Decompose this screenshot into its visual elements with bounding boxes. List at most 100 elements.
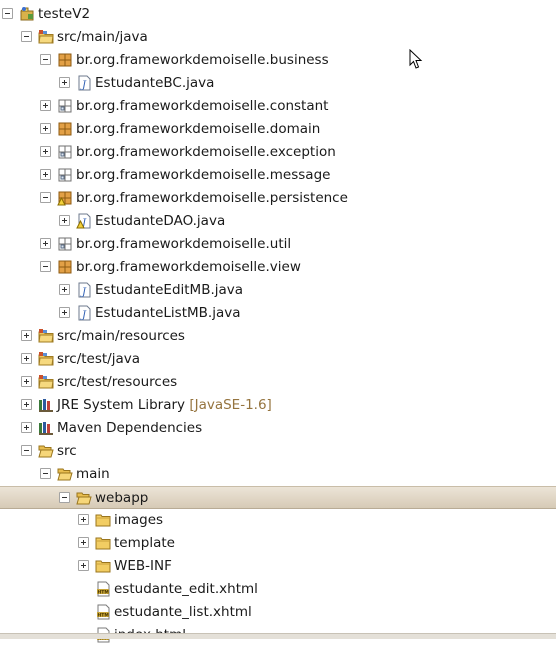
source-folder-icon bbox=[38, 328, 54, 344]
expand-toggle-icon[interactable] bbox=[40, 238, 51, 249]
tree-item-label: br.org.frameworkdemoiselle.business bbox=[76, 52, 329, 68]
horizontal-scrollbar[interactable] bbox=[0, 633, 556, 639]
tree-item-br-org-frameworkdemoiselle-view[interactable]: br.org.frameworkdemoiselle.view bbox=[0, 256, 556, 279]
folder-icon bbox=[95, 512, 111, 528]
tree-item-estudantedao-java[interactable]: J EstudanteDAO.java bbox=[0, 210, 556, 233]
tree-item-label: images bbox=[114, 512, 164, 528]
tree-item-label: EstudanteDAO.java bbox=[95, 213, 226, 229]
expand-toggle-icon[interactable] bbox=[40, 169, 51, 180]
expand-toggle-icon[interactable] bbox=[21, 422, 32, 433]
package-warning-icon bbox=[57, 190, 73, 206]
package-icon bbox=[57, 121, 73, 137]
java-file-icon: J bbox=[76, 282, 92, 298]
tree-item-label: br.org.frameworkdemoiselle.util bbox=[76, 236, 292, 252]
tree-item-estudante-edit-xhtml[interactable]: HTM estudante_edit.xhtml bbox=[0, 578, 556, 601]
package-icon bbox=[57, 259, 73, 275]
source-folder-icon bbox=[38, 374, 54, 390]
tree-item-label: template bbox=[114, 535, 175, 551]
folder-open-icon bbox=[57, 466, 73, 482]
collapse-toggle-icon[interactable] bbox=[40, 54, 51, 65]
tree-item-label: JRE System Library [JavaSE-1.6] bbox=[57, 397, 272, 413]
tree-item-br-org-frameworkdemoiselle-persistence[interactable]: br.org.frameworkdemoiselle.persistence bbox=[0, 187, 556, 210]
tree-item-br-org-frameworkdemoiselle-business[interactable]: br.org.frameworkdemoiselle.business bbox=[0, 49, 556, 72]
tree-item-label: src/main/java bbox=[57, 29, 148, 45]
tree-item-testev2[interactable]: testeV2 bbox=[0, 3, 556, 26]
tree-item-label: br.org.frameworkdemoiselle.message bbox=[76, 167, 331, 183]
tree-item-estudantebc-java[interactable]: J EstudanteBC.java bbox=[0, 72, 556, 95]
expand-toggle-icon[interactable] bbox=[59, 215, 70, 226]
source-folder-icon bbox=[38, 29, 54, 45]
tree-item-src-main-java[interactable]: src/main/java bbox=[0, 26, 556, 49]
collapse-toggle-icon[interactable] bbox=[40, 261, 51, 272]
java-file-icon: J bbox=[76, 75, 92, 91]
expand-toggle-icon[interactable] bbox=[59, 307, 70, 318]
tree-item-br-org-frameworkdemoiselle-domain[interactable]: br.org.frameworkdemoiselle.domain bbox=[0, 118, 556, 141]
html-file-icon: HTM bbox=[95, 581, 111, 597]
collapse-toggle-icon[interactable] bbox=[21, 445, 32, 456]
tree-item-label: EstudanteEditMB.java bbox=[95, 282, 244, 298]
tree-item-br-org-frameworkdemoiselle-util[interactable]: br.org.frameworkdemoiselle.util bbox=[0, 233, 556, 256]
tree-item-label: estudante_edit.xhtml bbox=[114, 581, 258, 597]
html-file-icon: HTM bbox=[95, 604, 111, 620]
collapse-toggle-icon[interactable] bbox=[40, 468, 51, 479]
collapse-toggle-icon[interactable] bbox=[2, 8, 13, 19]
folder-icon bbox=[95, 558, 111, 574]
collapse-toggle-icon[interactable] bbox=[40, 192, 51, 203]
tree-item-template[interactable]: template bbox=[0, 532, 556, 555]
package-icon bbox=[57, 52, 73, 68]
expand-toggle-icon[interactable] bbox=[40, 146, 51, 157]
tree-item-src[interactable]: src bbox=[0, 440, 556, 463]
project-icon bbox=[19, 6, 35, 22]
expand-toggle-icon[interactable] bbox=[21, 399, 32, 410]
tree-item-maven-dependencies[interactable]: Maven Dependencies bbox=[0, 417, 556, 440]
expand-toggle-icon[interactable] bbox=[21, 376, 32, 387]
tree-item-label: src bbox=[57, 443, 77, 459]
expand-toggle-icon[interactable] bbox=[21, 330, 32, 341]
tree-item-jre-system-library[interactable]: JRE System Library [JavaSE-1.6] bbox=[0, 394, 556, 417]
tree-item-label: src/main/resources bbox=[57, 328, 185, 344]
svg-text:J: J bbox=[80, 287, 87, 298]
expand-toggle-icon[interactable] bbox=[78, 514, 89, 525]
expand-toggle-icon[interactable] bbox=[59, 284, 70, 295]
collapse-toggle-icon[interactable] bbox=[21, 31, 32, 42]
expand-toggle-icon[interactable] bbox=[78, 560, 89, 571]
tree-item-estudantelistmb-java[interactable]: J EstudanteListMB.java bbox=[0, 302, 556, 325]
tree-item-images[interactable]: images bbox=[0, 509, 556, 532]
tree-item-estudanteeditmb-java[interactable]: J EstudanteEditMB.java bbox=[0, 279, 556, 302]
tree-item-br-org-frameworkdemoiselle-constant[interactable]: br.org.frameworkdemoiselle.constant bbox=[0, 95, 556, 118]
folder-icon bbox=[95, 535, 111, 551]
tree-item-label: Maven Dependencies bbox=[57, 420, 203, 436]
tree-item-label: br.org.frameworkdemoiselle.persistence bbox=[76, 190, 348, 206]
tree-item-label: br.org.frameworkdemoiselle.domain bbox=[76, 121, 321, 137]
tree-item-label: main bbox=[76, 466, 110, 482]
expand-toggle-icon[interactable] bbox=[40, 100, 51, 111]
tree-item-web-inf[interactable]: WEB-INF bbox=[0, 555, 556, 578]
tree-item-label: WEB-INF bbox=[114, 558, 172, 574]
tree-item-br-org-frameworkdemoiselle-exception[interactable]: br.org.frameworkdemoiselle.exception bbox=[0, 141, 556, 164]
project-explorer-tree[interactable]: testeV2 src/main/java br.org.frameworkdemo… bbox=[0, 0, 556, 643]
tree-item-src-test-java[interactable]: src/test/java bbox=[0, 348, 556, 371]
collapse-toggle-icon[interactable] bbox=[59, 492, 70, 503]
java-file-warning-icon: J bbox=[76, 213, 92, 229]
expand-toggle-icon[interactable] bbox=[40, 123, 51, 134]
tree-item-main[interactable]: main bbox=[0, 463, 556, 486]
expand-toggle-icon[interactable] bbox=[21, 353, 32, 364]
tree-item-estudante-list-xhtml[interactable]: HTM estudante_list.xhtml bbox=[0, 601, 556, 624]
tree-item-src-main-resources[interactable]: src/main/resources bbox=[0, 325, 556, 348]
tree-item-webapp[interactable]: webapp bbox=[0, 486, 556, 509]
tree-item-br-org-frameworkdemoiselle-message[interactable]: br.org.frameworkdemoiselle.message bbox=[0, 164, 556, 187]
library-icon bbox=[38, 397, 54, 413]
expand-toggle-icon[interactable] bbox=[78, 537, 89, 548]
tree-item-label: estudante_list.xhtml bbox=[114, 604, 252, 620]
empty-package-icon bbox=[57, 167, 73, 183]
tree-item-label: br.org.frameworkdemoiselle.exception bbox=[76, 144, 336, 160]
empty-package-icon bbox=[57, 98, 73, 114]
tree-item-label: src/test/resources bbox=[57, 374, 178, 390]
expand-toggle-icon[interactable] bbox=[59, 77, 70, 88]
empty-package-icon bbox=[57, 236, 73, 252]
tree-item-src-test-resources[interactable]: src/test/resources bbox=[0, 371, 556, 394]
tree-item-label: testeV2 bbox=[38, 6, 91, 22]
tree-item-label: src/test/java bbox=[57, 351, 141, 367]
java-file-icon: J bbox=[76, 305, 92, 321]
svg-text:J: J bbox=[80, 310, 87, 321]
